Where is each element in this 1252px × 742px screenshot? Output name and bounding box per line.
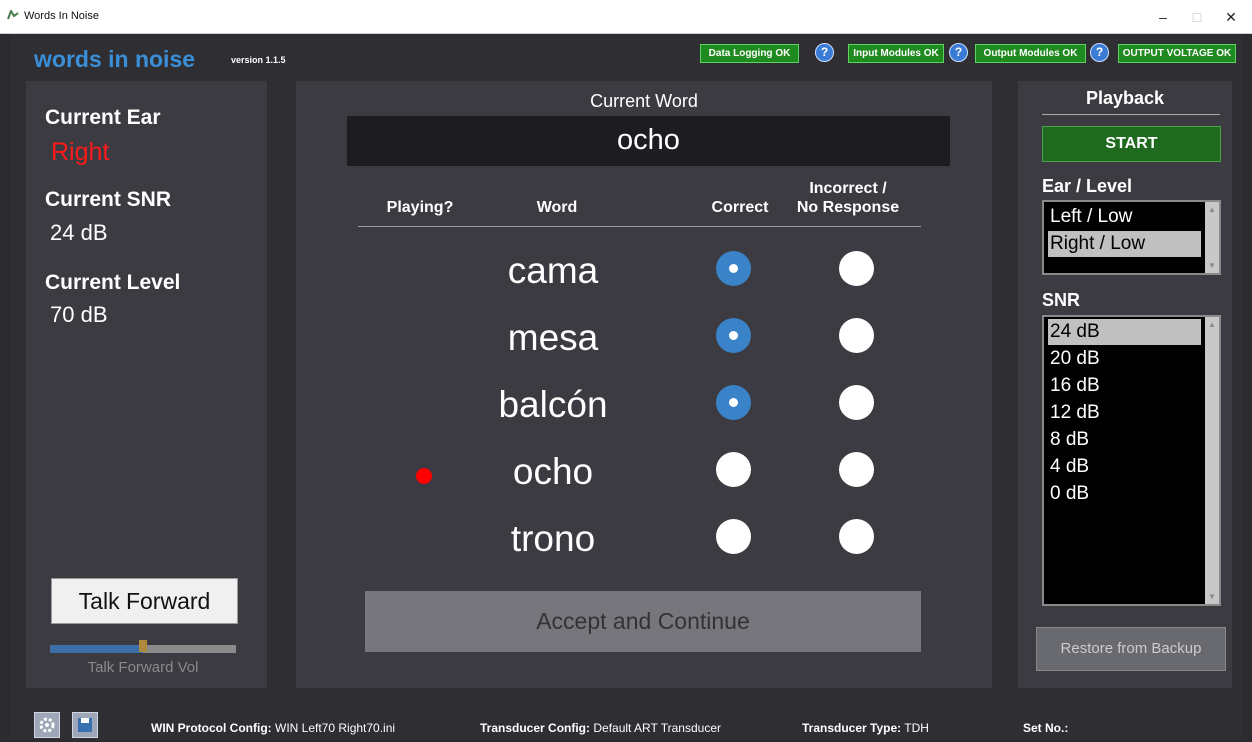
word-label: ocho — [512, 451, 594, 492]
correct-radio[interactable] — [716, 452, 751, 487]
transducer-config-value: Default ART Transducer — [593, 721, 721, 735]
current-ear-label: Current Ear — [45, 106, 161, 129]
start-button[interactable]: START — [1042, 126, 1221, 162]
transducer-type-label: Transducer Type: — [802, 721, 902, 735]
protocol-config-label: WIN Protocol Config: — [151, 721, 272, 735]
column-header-word: Word — [536, 199, 578, 216]
maximize-button[interactable]: □ — [1182, 6, 1212, 28]
ear-level-scrollbar[interactable]: ▲ ▼ — [1205, 202, 1219, 273]
ear-level-option[interactable]: Right / Low — [1048, 231, 1201, 257]
current-snr-value: 24 dB — [50, 220, 108, 245]
help-icon[interactable]: ? — [1090, 43, 1109, 62]
scroll-down-icon[interactable]: ▼ — [1208, 261, 1216, 270]
slider-thumb[interactable] — [139, 640, 147, 652]
restore-from-backup-button[interactable]: Restore from Backup — [1036, 627, 1226, 671]
playback-divider — [1042, 114, 1220, 115]
playback-title: Playback — [1085, 88, 1165, 108]
word-label: cama — [507, 250, 599, 291]
correct-radio[interactable] — [716, 519, 751, 554]
app-window: words in noise version 1.1.5 Data Loggin… — [10, 34, 1242, 740]
settings-gear-icon[interactable] — [34, 712, 60, 738]
correct-radio[interactable] — [716, 385, 751, 420]
close-button[interactable]: ✕ — [1216, 6, 1246, 28]
playing-indicator — [416, 468, 432, 484]
accept-and-continue-button[interactable]: Accept and Continue — [365, 591, 921, 652]
ear-level-label: Ear / Level — [1042, 176, 1133, 196]
incorrect-radio[interactable] — [839, 385, 874, 420]
current-snr-label: Current SNR — [45, 188, 172, 211]
status-data-logging: Data Logging OK — [700, 44, 799, 63]
current-word-label: Current Word — [590, 91, 698, 111]
scroll-up-icon[interactable]: ▲ — [1208, 205, 1216, 214]
talk-forward-volume-label: Talk Forward Vol — [87, 659, 199, 676]
talk-forward-volume-slider[interactable] — [50, 640, 236, 653]
transducer-config-label: Transducer Config: — [480, 721, 591, 735]
snr-option[interactable]: 24 dB — [1048, 319, 1201, 345]
ear-level-list[interactable]: Left / Low Right / Low ▲ ▼ — [1042, 200, 1221, 275]
column-header-incorrect-line2: No Response — [796, 199, 900, 216]
incorrect-radio[interactable] — [839, 519, 874, 554]
word-label: mesa — [507, 317, 599, 358]
correct-radio[interactable] — [716, 318, 751, 353]
transducer-type-value: TDH — [904, 721, 929, 735]
current-word-display: ocho — [347, 116, 950, 166]
incorrect-radio[interactable] — [839, 318, 874, 353]
scroll-down-icon[interactable]: ▼ — [1208, 592, 1216, 601]
help-icon[interactable]: ? — [815, 43, 834, 62]
column-header-incorrect-line1: Incorrect / — [809, 180, 887, 197]
set-number: Set No.: — [1023, 721, 1068, 735]
snr-option[interactable]: 16 dB — [1048, 373, 1201, 399]
correct-radio[interactable] — [716, 251, 751, 286]
snr-option[interactable]: 12 dB — [1048, 400, 1201, 426]
current-ear-value: Right — [51, 138, 110, 166]
transducer-type: Transducer Type: TDH — [802, 721, 929, 735]
snr-option[interactable]: 8 dB — [1048, 427, 1201, 453]
version-label: version 1.1.5 — [231, 55, 286, 65]
current-level-value: 70 dB — [50, 302, 108, 327]
ear-level-option[interactable]: Left / Low — [1048, 204, 1201, 230]
set-number-label: Set No.: — [1023, 721, 1069, 735]
incorrect-radio[interactable] — [839, 452, 874, 487]
snr-option[interactable]: 4 dB — [1048, 454, 1201, 480]
status-input-modules: Input Modules OK — [848, 44, 944, 63]
minimize-button[interactable]: – — [1148, 6, 1178, 28]
save-disk-icon[interactable] — [72, 712, 98, 738]
status-output-voltage: OUTPUT VOLTAGE OK — [1118, 44, 1236, 63]
snr-scrollbar[interactable]: ▲ ▼ — [1205, 317, 1219, 604]
snr-label: SNR — [1042, 290, 1081, 310]
app-icon — [7, 10, 19, 20]
header-divider — [358, 226, 921, 227]
word-label: balcón — [498, 384, 608, 425]
transducer-config: Transducer Config: Default ART Transduce… — [480, 721, 721, 735]
snr-option[interactable]: 0 dB — [1048, 481, 1201, 507]
column-header-incorrect: Incorrect / No Response — [788, 179, 908, 217]
status-output-modules: Output Modules OK — [975, 44, 1086, 63]
scroll-up-icon[interactable]: ▲ — [1208, 320, 1216, 329]
brand-title: words in noise — [34, 46, 196, 72]
help-icon[interactable]: ? — [949, 43, 968, 62]
protocol-config-value: WIN Left70 Right70.ini — [275, 721, 396, 735]
title-bar: Words In Noise – □ ✕ — [0, 0, 1252, 34]
talk-forward-button[interactable]: Talk Forward — [51, 578, 238, 624]
column-header-correct: Correct — [711, 199, 769, 216]
incorrect-radio[interactable] — [839, 251, 874, 286]
protocol-config: WIN Protocol Config: WIN Left70 Right70.… — [151, 721, 395, 735]
word-label: trono — [510, 518, 596, 559]
slider-fill — [50, 645, 143, 653]
snr-option[interactable]: 20 dB — [1048, 346, 1201, 372]
current-level-label: Current Level — [45, 271, 181, 294]
snr-list[interactable]: 24 dB 20 dB 16 dB 12 dB 8 dB 4 dB 0 dB ▲ ▼ — [1042, 315, 1221, 606]
window-title: Words In Noise — [24, 10, 99, 22]
column-header-playing: Playing? — [386, 199, 454, 216]
